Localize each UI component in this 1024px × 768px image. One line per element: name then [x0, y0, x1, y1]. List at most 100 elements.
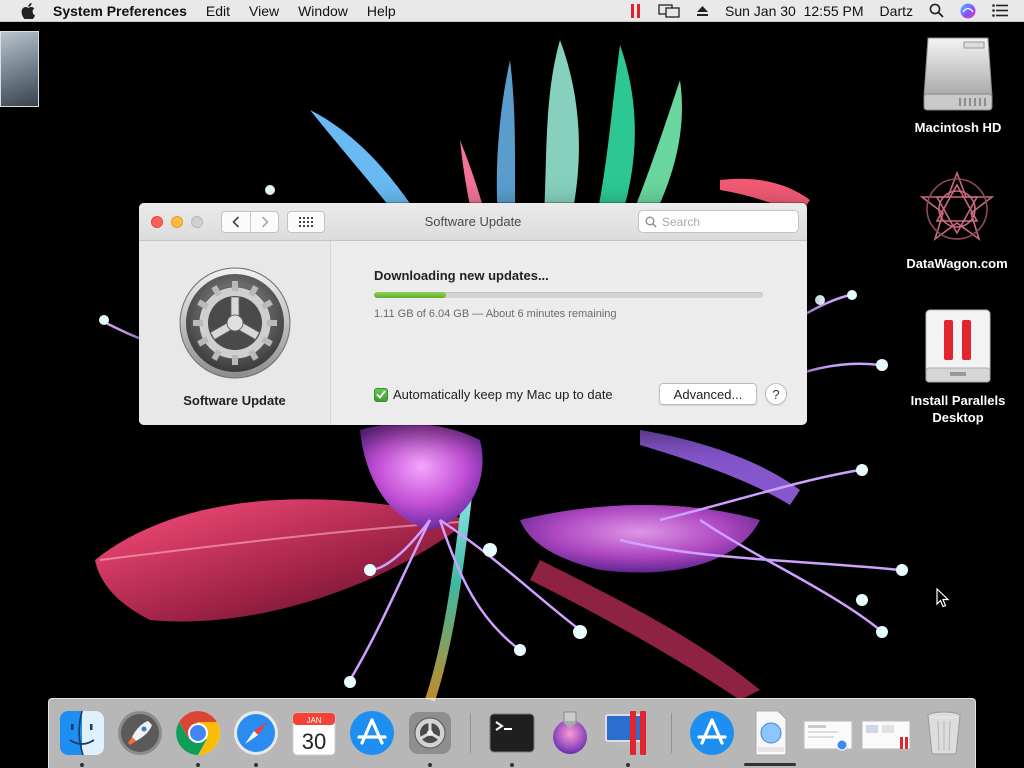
chevron-right-icon: [261, 215, 269, 228]
download-status-title: Downloading new updates...: [374, 268, 549, 283]
system-preferences-gear-icon: [409, 712, 451, 754]
dock-calendar[interactable]: JAN 30: [288, 707, 340, 759]
grid-icon: [299, 216, 313, 227]
installer-icon: [553, 711, 587, 754]
dock: JAN 30: [48, 698, 976, 768]
app-store-icon: [350, 711, 394, 755]
dock-installer[interactable]: [544, 707, 596, 759]
parallels-icon: [605, 711, 646, 755]
forward-button[interactable]: [250, 211, 278, 232]
running-indicator: [626, 763, 630, 767]
running-indicator: [254, 763, 258, 767]
desktop-icon-label: Install Parallels Desktop: [910, 393, 1006, 425]
back-button[interactable]: [222, 212, 250, 232]
auto-update-label: Automatically keep my Mac up to date: [393, 387, 613, 402]
parallels-status-icon[interactable]: [630, 3, 642, 19]
menu-window[interactable]: Window: [298, 3, 348, 19]
dock-document-2[interactable]: [860, 707, 912, 759]
dock-system-preferences[interactable]: [404, 707, 456, 759]
window-controls: [151, 215, 211, 228]
dock-terminal[interactable]: [486, 707, 538, 759]
spotlight-search-icon[interactable]: [929, 3, 944, 18]
running-indicator: [428, 763, 432, 767]
preference-pane-identity: Software Update: [139, 241, 331, 425]
safari-compass-icon: [234, 711, 278, 755]
desktop-icon-label: DataWagon.com: [906, 256, 1008, 271]
menu-clock[interactable]: Sun Jan 30 12:55 PM: [725, 3, 864, 19]
terminal-icon: [489, 713, 535, 753]
document-thumbnail-icon: [803, 720, 853, 751]
menu-bar: System Preferences Edit View Window Help…: [0, 0, 1024, 22]
calendar-icon: JAN 30: [292, 712, 336, 756]
notification-center-icon[interactable]: [992, 4, 1008, 17]
minimize-button[interactable]: [171, 215, 183, 228]
download-document-icon: [755, 710, 787, 756]
history-navigation: [221, 210, 279, 233]
search-icon: [645, 216, 657, 227]
running-indicator: [510, 763, 514, 767]
software-update-window: Software Update Search Software Update D…: [139, 203, 807, 425]
title-bar[interactable]: Software Update: [139, 203, 807, 241]
dock-parallels[interactable]: [602, 707, 654, 759]
parallels-installer-icon: [918, 306, 998, 386]
calendar-day: 30: [302, 729, 326, 754]
search-field[interactable]: [638, 210, 799, 233]
desktop-icon-datawagon[interactable]: DataWagon.com: [897, 169, 1017, 272]
help-button[interactable]: ?: [765, 383, 787, 405]
zoom-button[interactable]: [191, 215, 203, 228]
document-thumbnail-icon: [861, 720, 911, 750]
desktop-icon-macintosh-hd[interactable]: Macintosh HD: [898, 33, 1018, 136]
dock-document-1[interactable]: [802, 707, 854, 759]
desktop-icon-install-parallels[interactable]: Install Parallels Desktop: [898, 306, 1018, 426]
download-progress-bar: [374, 292, 763, 298]
software-update-gear-icon: [179, 267, 290, 379]
hard-drive-icon: [918, 33, 998, 113]
dock-launchpad[interactable]: [114, 707, 166, 759]
eject-icon[interactable]: [696, 5, 709, 17]
apple-menu-icon[interactable]: [17, 2, 39, 19]
dock-app-store-stack[interactable]: [686, 707, 738, 759]
datawagon-logo-icon: [917, 169, 997, 249]
pane-name-label: Software Update: [183, 393, 286, 408]
search-input[interactable]: [662, 214, 792, 229]
menu-help[interactable]: Help: [367, 3, 396, 19]
dock-chrome[interactable]: [172, 707, 224, 759]
auto-update-checkbox[interactable]: [374, 387, 388, 402]
dock-safari[interactable]: [230, 707, 282, 759]
window-content: Software Update Downloading new updates.…: [139, 241, 807, 425]
chrome-icon: [176, 711, 220, 755]
calendar-month: JAN: [306, 716, 321, 725]
menu-view[interactable]: View: [249, 3, 279, 19]
running-indicator: [196, 763, 200, 767]
dock-separator: [470, 713, 471, 753]
dock-downloads-stack[interactable]: [744, 707, 796, 759]
show-all-button[interactable]: [287, 210, 325, 233]
dock-trash[interactable]: [918, 707, 970, 759]
update-status-area: Downloading new updates... 1.11 GB of 6.…: [331, 241, 807, 425]
menu-edit[interactable]: Edit: [206, 3, 230, 19]
auto-update-option[interactable]: Automatically keep my Mac up to date: [374, 387, 613, 402]
menu-user[interactable]: Dartz: [880, 3, 913, 19]
chevron-left-icon: [232, 215, 240, 228]
download-progress-fill: [374, 292, 446, 298]
running-indicator: [80, 763, 84, 767]
mouse-cursor-icon: [936, 588, 950, 608]
app-store-icon: [690, 711, 734, 755]
app-menu[interactable]: System Preferences: [53, 3, 187, 19]
dock-separator: [671, 713, 672, 753]
download-progress-indicator: [744, 763, 796, 766]
download-progress-text: 1.11 GB of 6.04 GB — About 6 minutes rem…: [374, 308, 617, 320]
display-mirroring-icon[interactable]: [658, 3, 680, 19]
advanced-button[interactable]: Advanced...: [659, 383, 757, 405]
desktop-photo-thumbnail[interactable]: [0, 31, 39, 107]
dock-app-store[interactable]: [346, 707, 398, 759]
close-button[interactable]: [151, 215, 163, 228]
finder-icon: [60, 710, 104, 756]
trash-icon: [927, 711, 961, 755]
status-area: Sun Jan 30 12:55 PM Dartz: [630, 0, 1024, 22]
dock-finder[interactable]: [56, 707, 108, 759]
desktop-icon-label: Macintosh HD: [914, 120, 1002, 135]
launchpad-rocket-icon: [118, 711, 162, 755]
checkmark-icon: [376, 390, 386, 399]
siri-icon[interactable]: [960, 3, 976, 19]
